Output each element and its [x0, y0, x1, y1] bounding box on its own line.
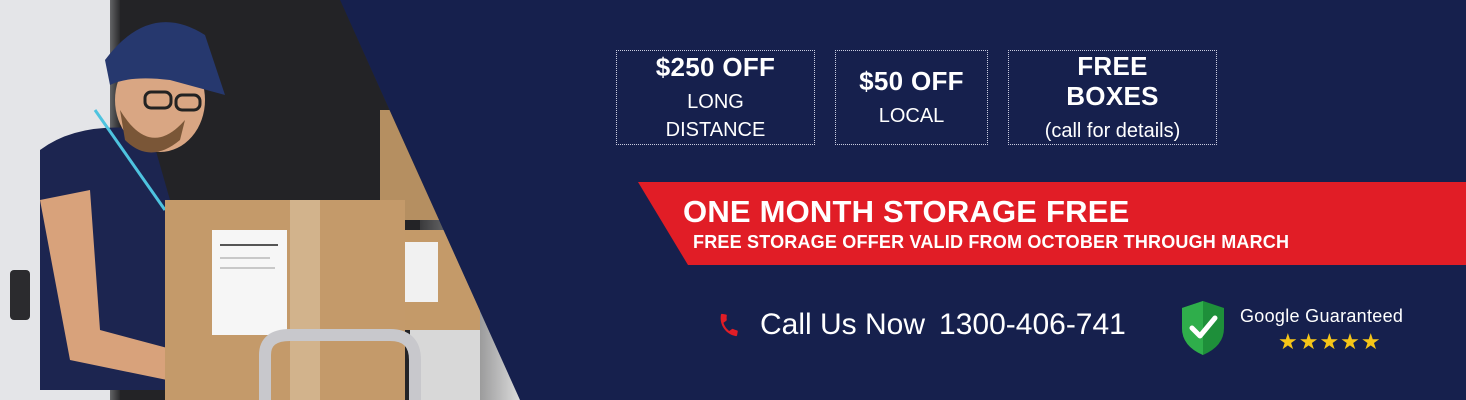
call-us-link[interactable]: Call Us Now 1300-406-741: [716, 308, 1126, 342]
offer-local: $50 OFF LOCAL: [835, 50, 988, 145]
star-rating: ★★★★★: [1278, 329, 1382, 354]
promo-banner: $250 OFF LONG DISTANCE $50 OFF LOCAL FRE…: [0, 0, 1466, 400]
offer-long-distance: $250 OFF LONG DISTANCE: [616, 50, 815, 145]
storage-ribbon: ONE MONTH STORAGE FREE FREE STORAGE OFFE…: [638, 182, 1466, 265]
call-label: Call Us Now: [760, 308, 926, 341]
mover-photo: [0, 0, 520, 400]
storage-title: ONE MONTH STORAGE FREE: [683, 194, 1130, 229]
storage-subtitle: FREE STORAGE OFFER VALID FROM OCTOBER TH…: [693, 232, 1290, 252]
offer-free-boxes: FREE BOXES (call for details): [1008, 50, 1217, 145]
offer-detail: (call for details): [1044, 119, 1181, 142]
offer-headline: FREE BOXES: [1066, 50, 1159, 111]
offer-detail: LOCAL: [878, 104, 945, 127]
google-guaranteed-label: Google Guaranteed: [1240, 306, 1404, 326]
mover-illustration: [0, 0, 480, 400]
offer-detail: LONG DISTANCE: [665, 90, 766, 141]
shield-check-icon: [1182, 301, 1224, 355]
phone-number[interactable]: 1300-406-741: [939, 308, 1126, 342]
offer-headline: $250 OFF: [655, 51, 776, 82]
offer-list: $250 OFF LONG DISTANCE $50 OFF LOCAL FRE…: [616, 50, 1217, 145]
offer-headline: $50 OFF: [859, 65, 964, 96]
phone-icon: [720, 313, 738, 337]
